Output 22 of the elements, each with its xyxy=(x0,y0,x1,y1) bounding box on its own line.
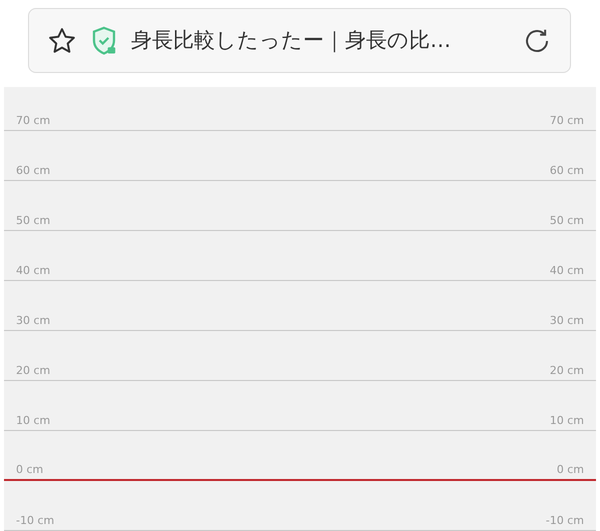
scale-label: -10 cm xyxy=(546,512,584,528)
scale-label: 70 cm xyxy=(550,112,584,128)
page-title: 身長比較したったー｜身長の比… xyxy=(131,26,452,54)
scale-label: 10 cm xyxy=(16,412,50,428)
shield-icon xyxy=(91,26,117,56)
scale-label: 70 cm xyxy=(16,112,50,128)
scale-label: 50 cm xyxy=(16,212,50,228)
scale-label: 0 cm xyxy=(16,462,44,478)
star-icon[interactable] xyxy=(47,26,77,56)
scale-label: 0 cm xyxy=(556,462,584,478)
scale-label: 20 cm xyxy=(550,362,584,378)
scale-label: 20 cm xyxy=(16,362,50,378)
scale-label: 30 cm xyxy=(16,312,50,328)
scale-label: 40 cm xyxy=(16,262,50,278)
scale-label: 60 cm xyxy=(16,162,50,178)
scale-label: 50 cm xyxy=(550,212,584,228)
scale-label: 10 cm xyxy=(550,412,584,428)
scale-label: 40 cm xyxy=(550,262,584,278)
address-bar[interactable]: 身長比較したったー｜身長の比… xyxy=(28,8,571,73)
scale-label: 30 cm xyxy=(550,312,584,328)
scale-label: 60 cm xyxy=(550,162,584,178)
scale-label: -10 cm xyxy=(16,512,54,528)
